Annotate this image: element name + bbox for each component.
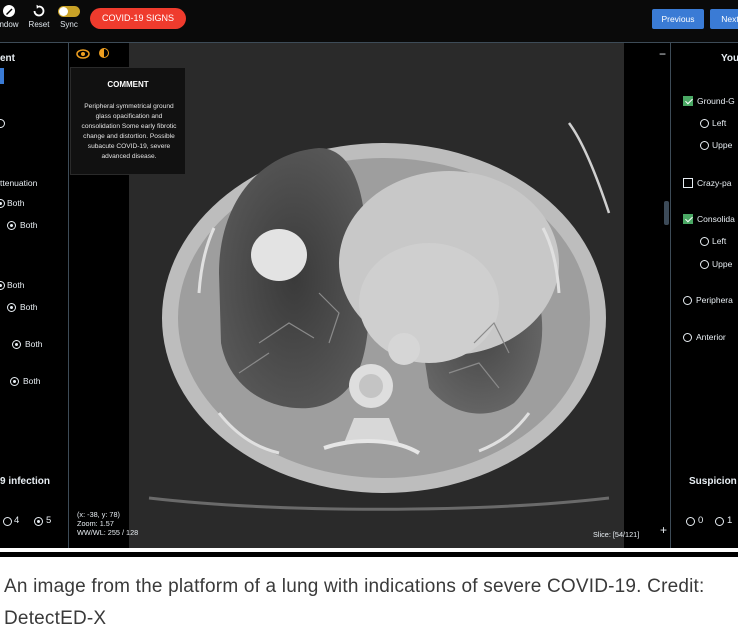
comment-text: Peripheral symmetrical ground glass opac… [81,103,177,160]
reset-icon [26,4,52,20]
attenuation-option-1: Both [7,198,25,208]
ground-glass-label: Ground-G [697,96,735,106]
consolidation-label: Consolida [697,214,735,224]
consolidation-checkbox[interactable] [683,214,693,224]
suspicion-radio-1[interactable] [715,517,724,526]
attenuation-radio-1[interactable] [0,199,5,208]
ground-glass-upper-label: Uppe [712,140,733,150]
crazy-paving-checkbox[interactable] [683,178,693,188]
covid-signs-button[interactable]: COVID-19 SIGNS [90,8,187,29]
next-button[interactable]: Next [710,9,738,29]
viewer-minus-button[interactable]: − [659,48,666,60]
peripheral-label: Periphera [696,295,733,305]
distribution-option-4: Both [23,376,41,386]
distribution-option-2: Both [20,302,38,312]
score-option-4: 4 [14,515,20,526]
ct-scan-image [148,122,611,511]
cursor-readout: (x: -38, y: 78) [77,510,120,519]
suspicion-radio-0[interactable] [686,517,695,526]
zoom-readout: Zoom: 1.57 [77,519,114,528]
ground-glass-checkbox[interactable] [683,96,693,106]
ground-glass-left-label: Left [712,118,727,128]
viewer-plus-button[interactable]: + [660,524,667,536]
ground-glass-left-radio[interactable] [700,119,709,128]
right-findings-panel: You Ground-G Left Uppe Crazy-pa Consolid… [670,43,738,548]
window-label: ndow [0,20,19,29]
consolidation-upper-label: Uppe [712,259,733,269]
window-level-readout: WW/WL: 255 / 128 [77,528,139,537]
comment-title: COMMENT [107,80,149,89]
comment-tooltip: COMMENT Peripheral symmetrical ground gl… [70,67,186,175]
score-radio-5[interactable] [34,517,43,526]
left-assessment-panel: ent ttenuation Both Both Both Both Both … [0,43,69,548]
consolidation-upper-radio[interactable] [700,260,709,269]
left-option-radio[interactable] [0,119,5,128]
ground-glass-upper-radio[interactable] [700,141,709,150]
distribution-option-3: Both [25,339,43,349]
reset-label: Reset [28,20,50,29]
caption-divider [0,552,738,557]
comment-eye-icon[interactable] [76,47,90,65]
slice-readout: Slice: [54/121] [593,530,640,539]
detectedx-viewer-app: ndow Reset Sync COVID-19 SIGNS Previous … [0,0,738,548]
score-option-5: 5 [46,515,52,526]
left-panel-tab[interactable] [0,68,4,84]
attenuation-option-2: Both [20,220,38,230]
suspicion-option-0: 0 [698,515,704,526]
right-panel-header: You [721,53,738,64]
distribution-radio-4[interactable] [10,377,19,386]
pencil-icon [0,4,22,20]
attenuation-radio-2[interactable] [7,221,16,230]
score-radio-4[interactable] [3,517,12,526]
top-toolbar: ndow Reset Sync COVID-19 SIGNS Previous … [0,0,738,43]
sync-toggle-button[interactable]: Sync [56,4,82,29]
brightness-icon[interactable] [97,46,111,65]
peripheral-radio[interactable] [683,296,692,305]
distribution-radio-2[interactable] [7,303,16,312]
consolidation-left-radio[interactable] [700,237,709,246]
ct-image-viewer[interactable]: COMMENT Peripheral symmetrical ground gl… [69,43,669,548]
distribution-radio-3[interactable] [12,340,21,349]
suspicion-label: Suspicion [689,476,737,487]
left-panel-header: ent [0,53,15,64]
infection-label: 9 infection [0,476,51,487]
image-caption: An image from the platform of a lung wit… [4,576,705,629]
distribution-radio-1[interactable] [0,281,5,290]
distribution-option-1: Both [7,280,25,290]
anterior-radio[interactable] [683,333,692,342]
anterior-label: Anterior [696,332,726,342]
sync-label: Sync [60,20,78,29]
crazy-paving-label: Crazy-pa [697,178,732,188]
previous-button[interactable]: Previous [652,9,704,29]
consolidation-left-label: Left [712,236,727,246]
window-button[interactable]: ndow [0,4,22,29]
viewer-scrollbar-handle[interactable] [664,201,669,225]
reset-button[interactable]: Reset [26,4,52,29]
sync-toggle-icon [58,6,80,17]
attenuation-label: ttenuation [0,178,38,188]
suspicion-option-1: 1 [727,515,733,526]
